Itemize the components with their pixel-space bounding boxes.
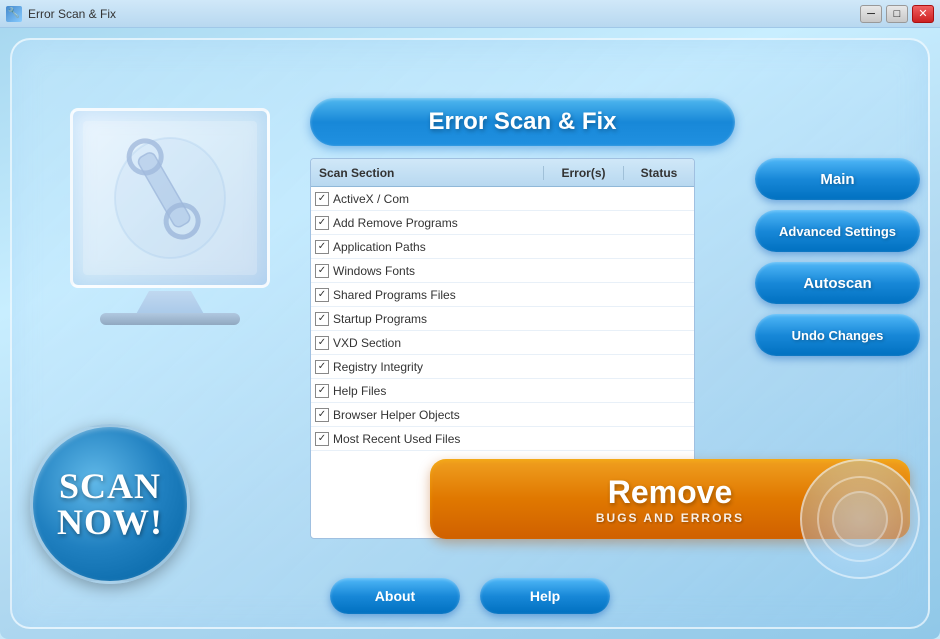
table-row[interactable]: ✓ Most Recent Used Files: [311, 427, 694, 451]
main-button[interactable]: Main: [755, 158, 920, 200]
row-checkbox[interactable]: ✓: [315, 288, 329, 302]
app-title-text: Error Scan & Fix: [428, 108, 616, 136]
row-checkbox[interactable]: ✓: [315, 336, 329, 350]
undo-changes-button[interactable]: Undo Changes: [755, 314, 920, 356]
table-row[interactable]: ✓ VXD Section: [311, 331, 694, 355]
close-button[interactable]: ✕: [912, 5, 934, 23]
table-row[interactable]: ✓ Help Files: [311, 379, 694, 403]
row-checkbox[interactable]: ✓: [315, 240, 329, 254]
row-section: ✓ Registry Integrity: [311, 360, 544, 374]
row-label: Browser Helper Objects: [333, 408, 460, 422]
table-row[interactable]: ✓ Application Paths: [311, 235, 694, 259]
row-section: ✓ Add Remove Programs: [311, 216, 544, 230]
about-button[interactable]: About: [330, 578, 460, 614]
bottom-buttons: About Help: [330, 578, 610, 614]
row-section: ✓ Shared Programs Files: [311, 288, 544, 302]
app-title-banner: Error Scan & Fix: [310, 98, 735, 146]
table-row[interactable]: ✓ Windows Fonts: [311, 259, 694, 283]
row-label: Shared Programs Files: [333, 288, 456, 302]
table-row[interactable]: ✓ Startup Programs: [311, 307, 694, 331]
row-label: Registry Integrity: [333, 360, 423, 374]
table-row[interactable]: ✓ ActiveX / Com: [311, 187, 694, 211]
scan-now-button[interactable]: Scan Now!: [30, 424, 190, 584]
row-section: ✓ Most Recent Used Files: [311, 432, 544, 446]
row-section: ✓ Windows Fonts: [311, 264, 544, 278]
computer-illustration: [40, 108, 300, 388]
row-checkbox[interactable]: ✓: [315, 216, 329, 230]
main-container: Error Scan & Fix Scan Section Error(s) S…: [0, 28, 940, 639]
table-row[interactable]: ✓ Add Remove Programs: [311, 211, 694, 235]
row-label: Application Paths: [333, 240, 426, 254]
header-section: Scan Section: [311, 166, 544, 180]
row-section: ✓ Browser Helper Objects: [311, 408, 544, 422]
row-label: ActiveX / Com: [333, 192, 409, 206]
row-section: ✓ Help Files: [311, 384, 544, 398]
row-checkbox[interactable]: ✓: [315, 360, 329, 374]
row-section: ✓ ActiveX / Com: [311, 192, 544, 206]
table-row[interactable]: ✓ Shared Programs Files: [311, 283, 694, 307]
table-row[interactable]: ✓ Registry Integrity: [311, 355, 694, 379]
title-bar: 🔧 Error Scan & Fix ─ □ ✕: [0, 0, 940, 28]
row-label: Help Files: [333, 384, 386, 398]
computer-display: [70, 108, 270, 288]
row-label: Startup Programs: [333, 312, 427, 326]
header-status: Status: [624, 166, 694, 180]
table-row[interactable]: ✓ Browser Helper Objects: [311, 403, 694, 427]
row-section: ✓ Application Paths: [311, 240, 544, 254]
title-bar-buttons: ─ □ ✕: [860, 5, 934, 23]
wrench-icon: [105, 128, 235, 268]
row-checkbox[interactable]: ✓: [315, 432, 329, 446]
row-checkbox[interactable]: ✓: [315, 408, 329, 422]
row-section: ✓ Startup Programs: [311, 312, 544, 326]
header-errors: Error(s): [544, 166, 624, 180]
remove-sub-text: BUGS AND ERRORS: [596, 511, 744, 525]
row-checkbox[interactable]: ✓: [315, 264, 329, 278]
maximize-button[interactable]: □: [886, 5, 908, 23]
minimize-button[interactable]: ─: [860, 5, 882, 23]
title-bar-left: 🔧 Error Scan & Fix: [6, 6, 116, 22]
row-checkbox[interactable]: ✓: [315, 312, 329, 326]
scan-now-line1: Scan: [59, 468, 161, 504]
remove-main-text: Remove: [608, 474, 733, 511]
scan-now-line2: Now!: [57, 504, 163, 540]
scan-table-header: Scan Section Error(s) Status: [311, 159, 694, 187]
row-section: ✓ VXD Section: [311, 336, 544, 350]
row-label: Windows Fonts: [333, 264, 415, 278]
row-label: VXD Section: [333, 336, 401, 350]
row-checkbox[interactable]: ✓: [315, 384, 329, 398]
window-title: Error Scan & Fix: [28, 7, 116, 21]
right-nav-buttons: Main Advanced Settings Autoscan Undo Cha…: [755, 158, 920, 356]
advanced-settings-button[interactable]: Advanced Settings: [755, 210, 920, 252]
autoscan-button[interactable]: Autoscan: [755, 262, 920, 304]
row-label: Add Remove Programs: [333, 216, 458, 230]
help-button[interactable]: Help: [480, 578, 610, 614]
decorative-circle: [800, 459, 920, 579]
computer-base: [100, 313, 240, 325]
row-checkbox[interactable]: ✓: [315, 192, 329, 206]
app-icon: 🔧: [6, 6, 22, 22]
row-label: Most Recent Used Files: [333, 432, 460, 446]
